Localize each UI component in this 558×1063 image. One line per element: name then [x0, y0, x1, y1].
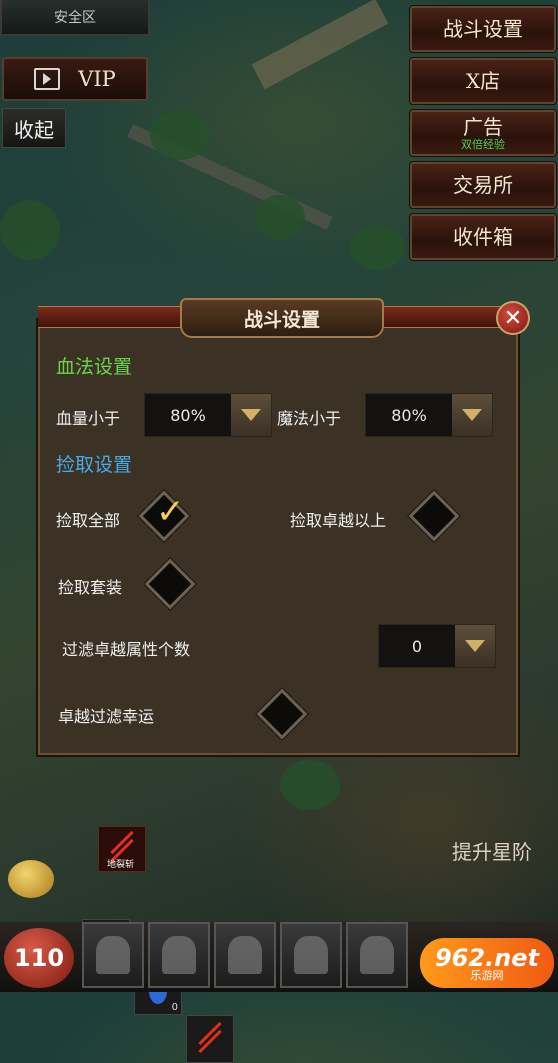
mp-threshold-dropdown[interactable]: 80% — [365, 393, 493, 437]
tree — [150, 110, 210, 160]
wings-icon — [360, 936, 394, 974]
mp-threshold-value: 80% — [391, 405, 427, 425]
character-icon — [96, 936, 130, 974]
watermark-sub: 乐游网 — [470, 968, 504, 982]
wings-emblem-icon — [228, 936, 262, 974]
pickup-set-checkbox[interactable] — [144, 558, 196, 610]
skill-name-label: 地裂斩 — [107, 860, 135, 870]
pier-terrain — [251, 0, 389, 90]
chevron-down-icon[interactable] — [455, 625, 495, 667]
watermark-main: 962.net — [434, 943, 540, 972]
pickup-all-label: 捡取全部 — [56, 511, 121, 530]
skill-slot-earth-split[interactable]: 地裂斩 — [98, 826, 146, 872]
character-button[interactable] — [82, 922, 144, 988]
close-button[interactable]: ✕ — [496, 301, 530, 335]
filter-count-label: 过滤卓越属性个数 — [62, 640, 191, 659]
mount-icon — [294, 936, 328, 974]
level-badge: 110 — [4, 928, 74, 988]
filter-luck-checkbox[interactable] — [256, 688, 308, 740]
safe-zone-label: 安全区 — [0, 0, 150, 36]
exchange-button[interactable]: 交易所 — [409, 161, 557, 209]
vip-button[interactable]: VIP — [2, 57, 148, 101]
filter-luck-label: 卓越过滤幸运 — [58, 707, 155, 726]
hp-mp-section-title: 血法设置 — [56, 356, 133, 378]
chat-bubble-icon[interactable] — [8, 860, 54, 898]
pickup-section-title: 捡取设置 — [56, 454, 133, 476]
star-up-label[interactable]: 提升星阶 — [452, 836, 532, 865]
ad-button[interactable]: 广告 双倍经验 — [409, 109, 557, 157]
pickup-excellent-label: 捡取卓越以上 — [290, 511, 387, 530]
diamond-checkbox-icon — [408, 490, 460, 542]
filter-count-value: 0 — [411, 636, 423, 656]
chevron-down-icon[interactable] — [452, 394, 492, 436]
inbox-label: 收件箱 — [453, 225, 513, 249]
skill-quick-slot[interactable] — [186, 1015, 234, 1063]
film-icon — [34, 68, 61, 90]
battle-settings-label: 战斗设置 — [443, 17, 523, 41]
ad-label: 广告 — [463, 114, 503, 139]
hp-label: 血量小于 — [56, 409, 121, 428]
tree — [255, 195, 305, 240]
inbox-button[interactable]: 收件箱 — [409, 213, 557, 261]
tree — [0, 200, 60, 260]
diamond-checkbox-icon — [144, 558, 196, 610]
tree — [350, 225, 405, 270]
collapse-button[interactable]: 收起 — [2, 108, 66, 148]
filter-count-dropdown[interactable]: 0 — [378, 624, 496, 668]
diamond-checkbox-icon — [256, 688, 308, 740]
close-icon: ✕ — [503, 305, 523, 331]
hp-threshold-dropdown[interactable]: 80% — [144, 393, 272, 437]
battle-settings-dialog — [38, 320, 518, 755]
dialog-header: 战斗设置 — [30, 298, 530, 338]
bag-icon — [162, 936, 196, 974]
blue-potion-count: 0 — [171, 1002, 178, 1013]
checkmark-icon: ✓ — [156, 492, 185, 532]
hp-threshold-value: 80% — [170, 405, 206, 425]
battle-settings-button[interactable]: 战斗设置 — [409, 5, 557, 53]
wings-button[interactable] — [346, 922, 408, 988]
vip-label: VIP — [78, 67, 116, 91]
pickup-all-checkbox[interactable]: ✓ — [138, 490, 190, 542]
mp-label: 魔法小于 — [277, 409, 342, 428]
watermark-logo: 962.net 乐游网 — [420, 938, 554, 988]
dialog-title: 战斗设置 — [180, 298, 384, 338]
guild-button[interactable] — [214, 922, 276, 988]
pickup-set-label: 捡取套装 — [58, 578, 123, 597]
mount-button[interactable] — [280, 922, 342, 988]
bag-button[interactable] — [148, 922, 210, 988]
tree — [280, 760, 340, 810]
exchange-label: 交易所 — [453, 173, 513, 197]
x-shop-button[interactable]: X店 — [409, 57, 557, 105]
pickup-excellent-checkbox[interactable] — [408, 490, 460, 542]
chevron-down-icon[interactable] — [231, 394, 271, 436]
x-shop-label: X店 — [465, 69, 501, 93]
double-exp-label: 双倍经验 — [461, 137, 505, 151]
